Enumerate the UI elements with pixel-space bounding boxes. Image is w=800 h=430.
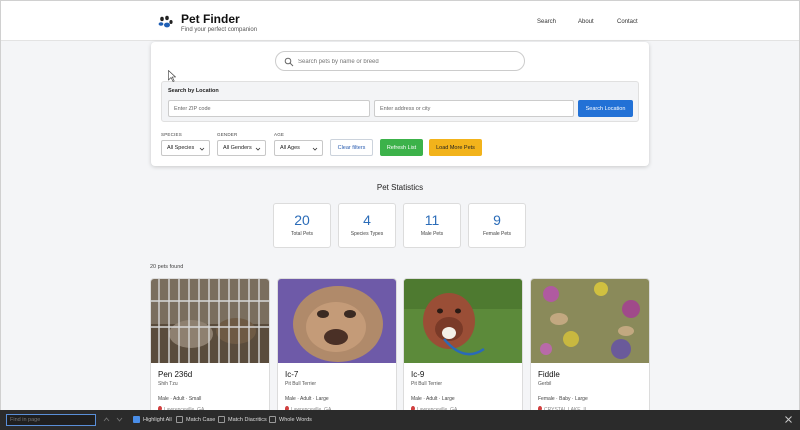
gender-filter-label: GENDER	[217, 132, 238, 137]
stats-heading: Pet Statistics	[376, 183, 424, 192]
age-select[interactable]: All Ages	[274, 140, 323, 156]
stat-card-species: 4 Species Types	[338, 203, 396, 248]
species-select-value: All Species	[167, 145, 195, 151]
pet-name[interactable]: Pen 236d	[158, 370, 192, 379]
species-filter-label: SPECIES	[161, 132, 182, 137]
pet-attributes: Male · Adult · Large	[285, 396, 329, 402]
search-location-button[interactable]: Search Location	[578, 100, 633, 117]
pet-name[interactable]: Ic-7	[285, 370, 298, 379]
pet-breed: Gerbil	[538, 381, 552, 387]
stat-value: 20	[294, 212, 310, 228]
zip-code-input[interactable]	[168, 100, 370, 117]
location-section-title: Search by Location	[168, 88, 219, 94]
pet-breed: Pit Bull Terrier	[285, 381, 317, 387]
match-diacritics-checkbox[interactable]: Match Diacritics	[218, 416, 267, 423]
stat-card-total: 20 Total Pets	[273, 203, 331, 248]
stat-value: 9	[493, 212, 501, 228]
highlight-all-checkbox[interactable]: Highlight All	[133, 416, 172, 423]
pet-photo[interactable]	[404, 279, 523, 363]
clear-filters-button[interactable]: Clear filters	[330, 139, 373, 156]
search-icon	[284, 57, 294, 67]
stat-value: 11	[424, 212, 440, 228]
load-more-pets-button[interactable]: Load More Pets	[429, 139, 482, 156]
pet-name[interactable]: Ic-9	[411, 370, 424, 379]
stat-card-male: 11 Male Pets	[403, 203, 461, 248]
find-input[interactable]	[6, 414, 96, 426]
pet-search-input[interactable]	[298, 55, 518, 68]
stat-label: Species Types	[350, 231, 384, 237]
close-icon[interactable]	[784, 415, 793, 424]
match-case-checkbox[interactable]: Match Case	[176, 416, 215, 423]
checkbox-checked-icon	[133, 416, 140, 423]
stat-card-female: 9 Female Pets	[468, 203, 526, 248]
age-select-value: All Ages	[280, 145, 300, 151]
match-case-label: Match Case	[186, 416, 216, 423]
pet-card[interactable]: Ic-9 Pit Bull Terrier Male · Adult · Lar…	[403, 278, 523, 418]
refresh-list-button[interactable]: Refresh List	[380, 139, 423, 156]
pet-breed: Shih Tzu	[158, 381, 178, 387]
results-count: 20 pets found	[150, 264, 184, 270]
pet-attributes: Female · Baby · Large	[538, 396, 588, 402]
chevron-down-icon	[255, 147, 261, 151]
whole-words-label: Whole Words	[279, 416, 312, 423]
brand-title[interactable]: Pet Finder	[181, 12, 240, 26]
match-diacritics-label: Match Diacritics	[228, 416, 267, 423]
pet-photo[interactable]	[151, 279, 270, 363]
checkbox-icon	[269, 416, 276, 423]
stat-label: Total Pets	[291, 231, 313, 237]
chevron-down-icon	[199, 147, 205, 151]
chevron-down-icon	[312, 147, 318, 151]
pet-card[interactable]: Fiddle Gerbil Female · Baby · Large CRYS…	[530, 278, 650, 418]
site-header: Pet Finder Find your perfect companion S…	[1, 1, 799, 41]
pet-name[interactable]: Fiddle	[538, 370, 560, 379]
search-panel: Search by Location Search Location SPECI…	[151, 42, 649, 166]
stat-value: 4	[363, 212, 371, 228]
pet-photo[interactable]	[531, 279, 650, 363]
paw-logo-icon	[158, 15, 173, 28]
pet-photo[interactable]	[278, 279, 397, 363]
highlight-all-label: Highlight All	[143, 416, 172, 423]
whole-words-checkbox[interactable]: Whole Words	[269, 416, 312, 423]
brand-tagline: Find your perfect companion	[181, 27, 258, 33]
nav-search-link[interactable]: Search	[537, 19, 556, 25]
pet-breed: Pit Bull Terrier	[411, 381, 443, 387]
pet-attributes: Male · Adult · Small	[158, 396, 202, 402]
gender-select[interactable]: All Genders	[217, 140, 266, 156]
location-search-section: Search by Location Search Location	[161, 81, 639, 122]
pet-attributes: Male · Adult · Large	[411, 396, 455, 402]
address-input[interactable]	[374, 100, 574, 117]
nav-about-link[interactable]: About	[578, 19, 594, 25]
stat-label: Female Pets	[482, 231, 512, 237]
pet-search-box[interactable]	[275, 51, 525, 71]
checkbox-icon	[176, 416, 183, 423]
checkbox-icon	[218, 416, 225, 423]
find-next-icon[interactable]	[116, 416, 123, 423]
age-filter-label: AGE	[274, 132, 285, 137]
pet-card[interactable]: Pen 236d Shih Tzu Male · Adult · Small L…	[150, 278, 270, 418]
gender-select-value: All Genders	[223, 145, 252, 151]
find-in-page-bar: Highlight All Match Case Match Diacritic…	[0, 410, 800, 430]
mouse-cursor-icon	[168, 70, 176, 82]
pet-card[interactable]: Ic-7 Pit Bull Terrier Male · Adult · Lar…	[277, 278, 397, 418]
stat-label: Male Pets	[420, 231, 444, 237]
species-select[interactable]: All Species	[161, 140, 210, 156]
find-previous-icon[interactable]	[103, 416, 110, 423]
nav-contact-link[interactable]: Contact	[617, 19, 638, 25]
